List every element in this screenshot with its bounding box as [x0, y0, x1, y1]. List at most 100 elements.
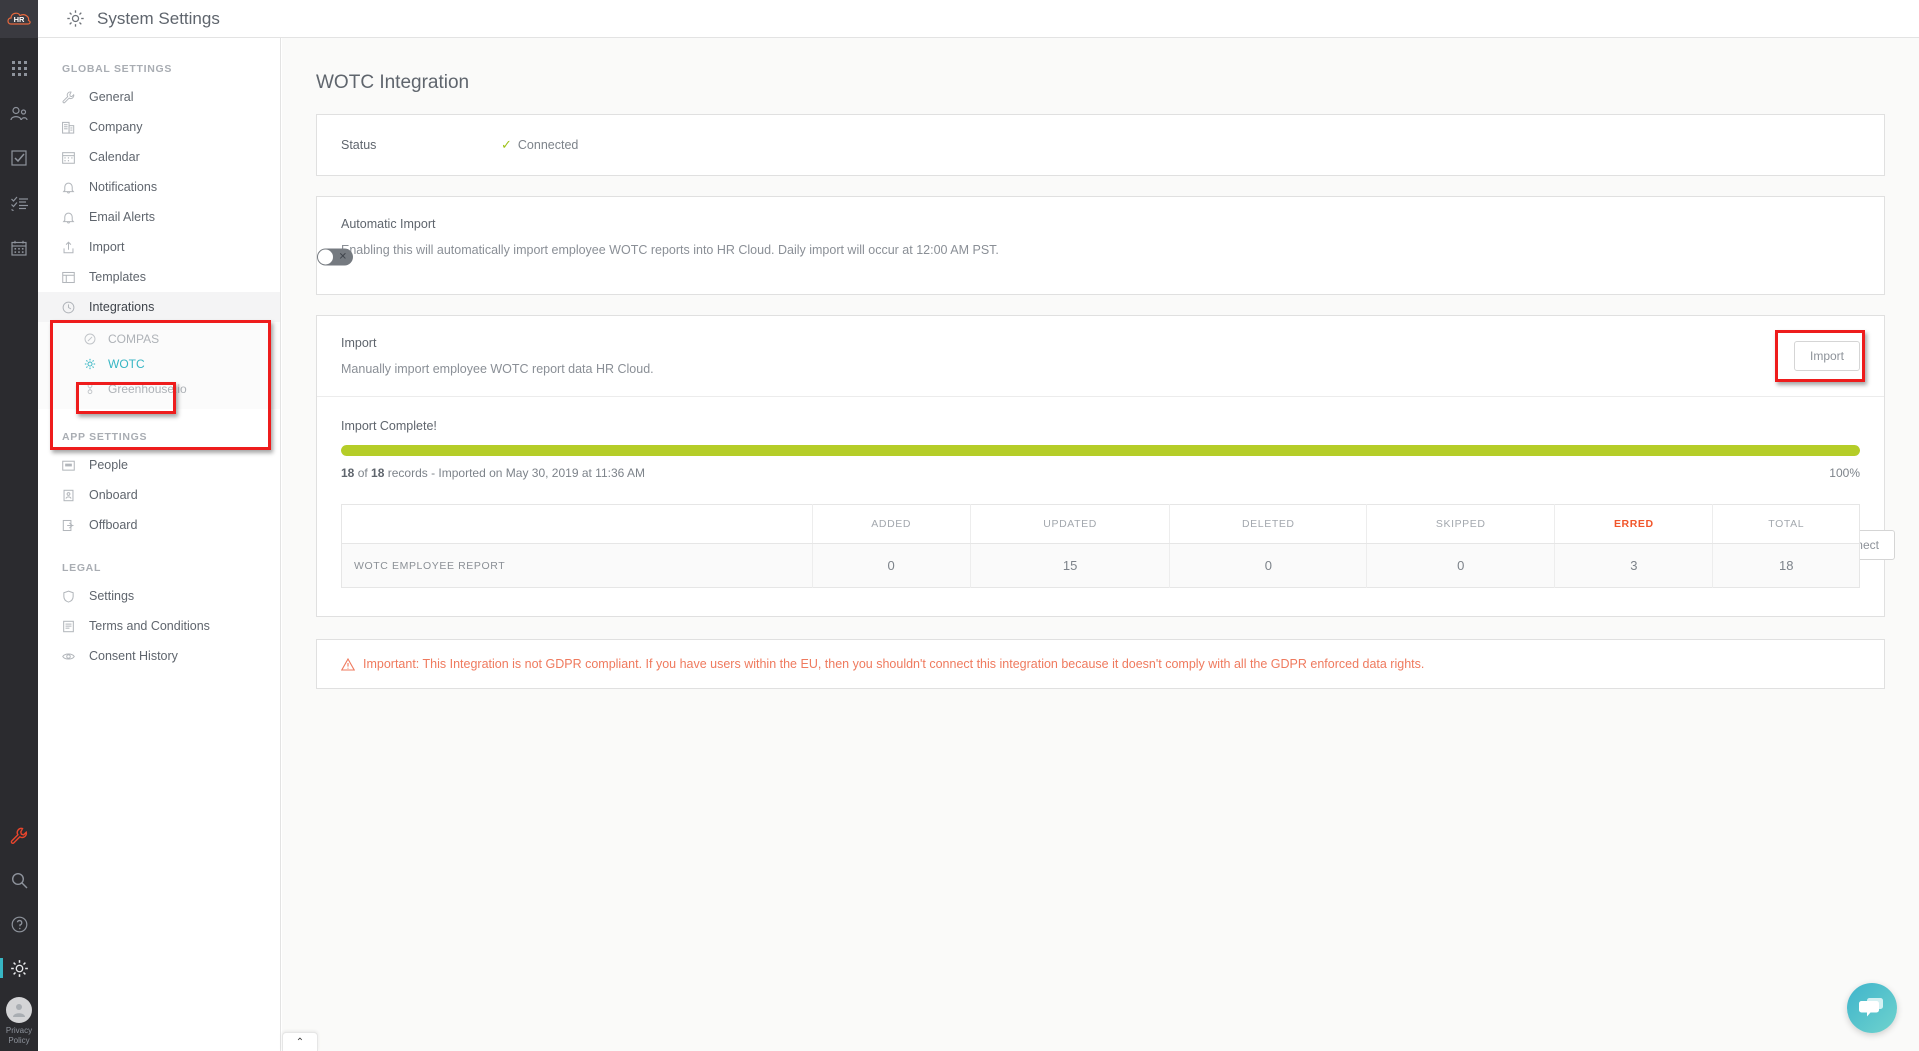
progress-percent-label: 100% — [1829, 466, 1860, 480]
import-button[interactable]: Import — [1793, 341, 1860, 371]
offboard-icon — [62, 517, 80, 533]
people-card-icon — [62, 457, 80, 473]
eye-icon — [62, 648, 80, 664]
gear-icon[interactable] — [0, 953, 38, 983]
wrench-icon[interactable] — [0, 821, 38, 851]
hr-cloud-logo-icon: HR — [7, 12, 31, 25]
table-head: ADDED UPDATED DELETED SKIPPED ERRED TOTA… — [341, 504, 1860, 544]
bell-alert-icon — [62, 209, 80, 225]
check-icon: ✓ — [501, 137, 512, 152]
sidebar-item-label: Import — [89, 240, 125, 254]
bell-icon — [62, 179, 80, 195]
chat-bubble-icon — [1859, 998, 1883, 1017]
sidebar-item-label: Notifications — [89, 180, 158, 194]
sidebar-subitem-compas[interactable]: COMPAS — [38, 326, 280, 351]
import-section: Import Manually import employee WOTC rep… — [317, 316, 1884, 397]
page-title: WOTC Integration — [316, 72, 470, 93]
records-imported-count: 18 — [341, 466, 355, 480]
onboard-icon — [62, 487, 80, 503]
sidebar-item-import[interactable]: Import — [38, 232, 280, 262]
progress-bar-fill — [341, 445, 1860, 456]
help-icon[interactable] — [0, 909, 38, 939]
sidebar-item-notifications[interactable]: Notifications — [38, 172, 280, 202]
sidebar-item-label: Calendar — [89, 150, 140, 164]
privacy-policy-line2: Policy — [8, 1036, 30, 1045]
status-label: Status — [341, 138, 377, 152]
table-header-deleted: DELETED — [1169, 504, 1368, 544]
people-icon[interactable] — [0, 98, 38, 128]
sidebar-item-label: People — [89, 458, 128, 472]
sidebar-item-offboard[interactable]: Offboard — [38, 510, 280, 540]
import-card: Import Manually import employee WOTC rep… — [316, 315, 1885, 617]
sidebar-item-general[interactable]: General — [38, 82, 280, 112]
sidebar-subitem-greenhouse[interactable]: Greenhouse.io — [38, 376, 280, 401]
table-header-total: TOTAL — [1712, 504, 1860, 544]
table-cell-updated: 15 — [970, 543, 1171, 588]
table-cell-added: 0 — [812, 543, 971, 588]
import-progress-section: Import Complete! 18 of 18 records - Impo… — [317, 397, 1884, 616]
automatic-import-toggle[interactable]: ✕ — [317, 248, 353, 266]
sidebar-item-terms-and-conditions[interactable]: Terms and Conditions — [38, 611, 280, 641]
sidebar-subitem-wotc[interactable]: WOTC — [38, 351, 280, 376]
building-icon — [62, 119, 80, 135]
calendar-icon — [62, 149, 80, 165]
user-avatar-icon — [13, 1004, 25, 1017]
greenhouse-icon — [84, 382, 100, 395]
table-cell-total: 18 — [1712, 543, 1860, 588]
sidebar-item-email-alerts[interactable]: Email Alerts — [38, 202, 280, 232]
sidebar-subitem-label: Greenhouse.io — [108, 381, 187, 396]
table-header-skipped: SKIPPED — [1366, 504, 1556, 544]
table-header-row: ADDED UPDATED DELETED SKIPPED ERRED TOTA… — [341, 504, 1860, 544]
import-progress-title: Import Complete! — [341, 419, 437, 433]
sidebar-group-label-legal: LEGAL — [62, 562, 102, 574]
page-header-title: System Settings — [97, 8, 220, 28]
sidebar-item-integrations[interactable]: Integrations — [33, 292, 280, 322]
checklist-icon[interactable] — [0, 188, 38, 218]
sidebar-item-consent-history[interactable]: Consent History — [38, 641, 280, 671]
table-cell-deleted: 0 — [1169, 543, 1368, 588]
active-indicator — [0, 958, 3, 978]
sidebar-item-people[interactable]: People — [38, 450, 280, 480]
sidebar-item-onboard[interactable]: Onboard — [38, 480, 280, 510]
sidebar-item-legal-settings[interactable]: Settings — [38, 581, 280, 611]
gdpr-warning-card: Important: This Integration is not GDPR … — [316, 639, 1885, 689]
left-icon-rail: HR Privacy Policy — [0, 0, 38, 1051]
sidebar-item-label: Templates — [89, 270, 146, 284]
sidebar-item-label: Consent History — [89, 649, 178, 663]
sidebar-item-calendar[interactable]: Calendar — [38, 142, 280, 172]
sidebar-item-company[interactable]: Company — [38, 112, 280, 142]
scroll-to-top-tab[interactable]: ⌃ — [282, 1032, 318, 1051]
tasks-check-icon[interactable] — [0, 143, 38, 173]
avatar[interactable] — [6, 997, 32, 1023]
automatic-import-description: Enabling this will automatically import … — [341, 243, 999, 257]
sidebar-item-label: Terms and Conditions — [89, 619, 210, 633]
table-header-blank — [341, 504, 813, 544]
status-row: Status ✓ Connected Disconnect — [317, 115, 1895, 560]
hr-cloud-logo[interactable]: HR — [0, 0, 38, 38]
toggle-off-glyph: ✕ — [338, 251, 347, 262]
automatic-import-title: Automatic Import — [341, 217, 436, 231]
records-suffix: records - Imported on May 30, 2019 at 11… — [384, 466, 645, 480]
progress-footer: 18 of 18 records - Imported on May 30, 2… — [341, 466, 1860, 480]
search-icon[interactable] — [0, 865, 38, 895]
progress-records-text: 18 of 18 records - Imported on May 30, 2… — [341, 466, 645, 480]
chat-bubble-button[interactable] — [1847, 983, 1897, 1033]
sidebar-item-label: Settings — [89, 589, 135, 603]
privacy-policy-link[interactable]: Privacy Policy — [0, 1026, 38, 1046]
clock-icon — [62, 299, 80, 315]
status-value-text: Connected — [517, 138, 579, 152]
sidebar-item-label: Company — [89, 120, 143, 134]
wrench-icon — [62, 89, 80, 105]
document-icon — [62, 618, 80, 634]
records-total-count: 18 — [371, 466, 385, 480]
top-header: System Settings — [38, 0, 1919, 38]
calendar-icon[interactable] — [0, 233, 38, 263]
sidebar-group-label-global: GLOBAL SETTINGS — [62, 63, 173, 75]
sidebar-item-label: Onboard — [89, 488, 138, 502]
apps-grid-icon[interactable] — [0, 53, 38, 83]
table-header-erred: ERRED — [1554, 504, 1714, 544]
sidebar-item-templates[interactable]: Templates — [38, 262, 280, 292]
progress-bar — [341, 445, 1860, 456]
